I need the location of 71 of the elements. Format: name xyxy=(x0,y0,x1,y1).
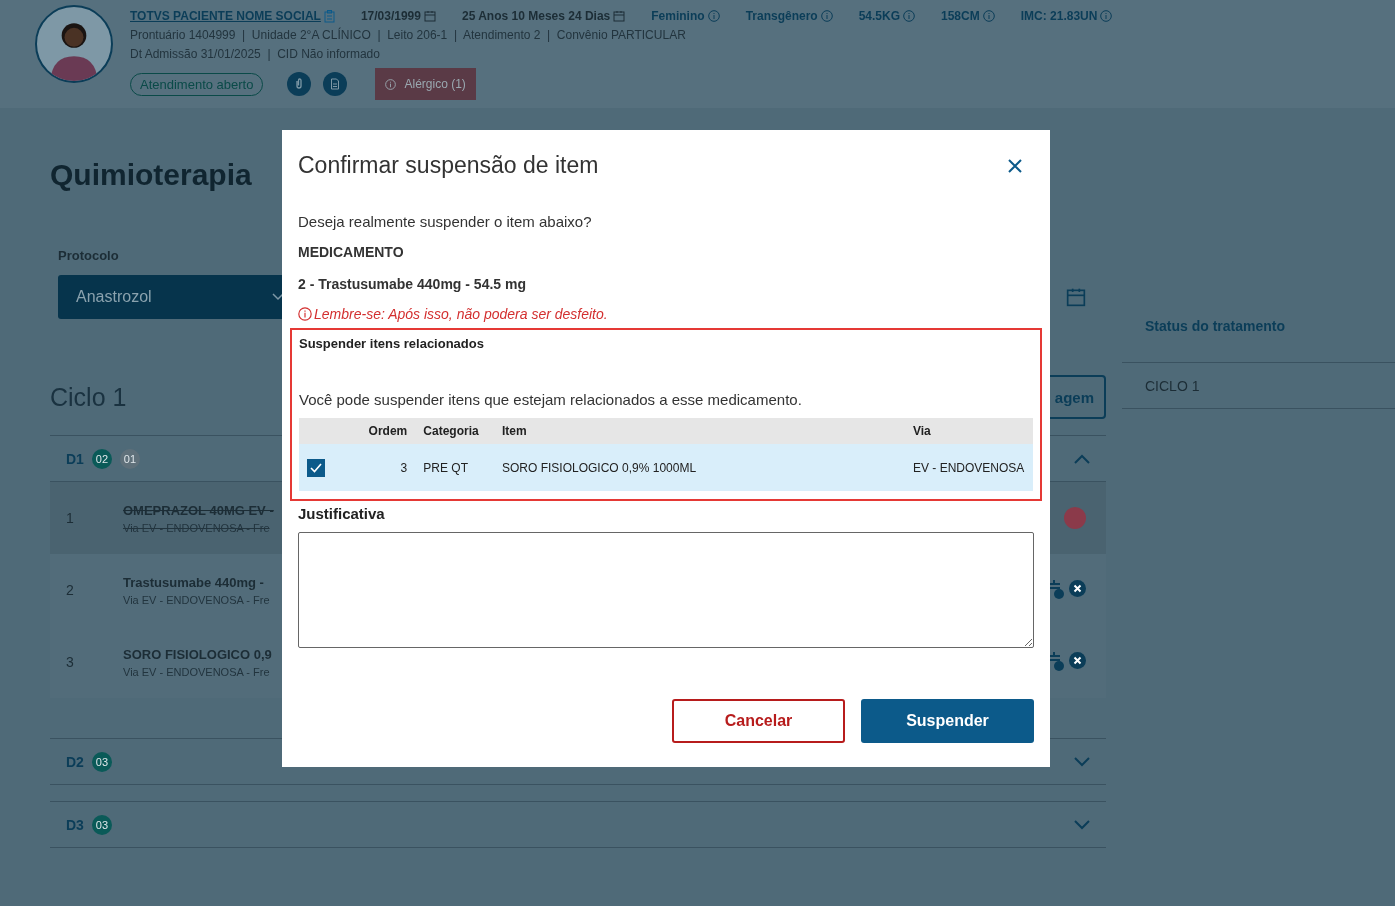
page-title: Quimioterapia xyxy=(50,158,252,193)
calendar-icon xyxy=(613,10,626,22)
day-label[interactable]: D2 xyxy=(66,753,84,770)
info-icon xyxy=(707,10,720,22)
clipboard-icon[interactable] xyxy=(323,9,335,23)
order-number: 3 xyxy=(66,654,75,670)
item-name: SORO FISIOLOGICO 0,9 xyxy=(123,646,272,662)
paperclip-icon[interactable] xyxy=(287,72,312,96)
dialog-question: Deseja realmente suspender o item abaixo? xyxy=(298,213,593,230)
justification-field[interactable] xyxy=(298,532,1034,648)
status-dot-icon xyxy=(1064,507,1086,529)
column-header: Item xyxy=(494,418,905,444)
order-number: 1 xyxy=(66,510,75,526)
alert-icon xyxy=(385,78,397,90)
document-icon[interactable] xyxy=(323,72,348,96)
close-icon[interactable] xyxy=(1008,158,1022,173)
dialog-title: Confirmar suspensão de item xyxy=(298,152,599,179)
day-label[interactable]: D1 xyxy=(66,450,84,467)
patient-fact: 54.5KG xyxy=(858,9,900,23)
count-badge: 03 xyxy=(91,751,112,772)
section-text: Você pode suspender itens que estejam relacionados a esse medicamento. xyxy=(299,391,803,408)
patient-name[interactable]: TOTVS PACIENTE NOME SOCIAL xyxy=(130,9,321,23)
item-detail: Via EV - ENDOVENOSA - Fre xyxy=(123,665,271,678)
info-icon xyxy=(820,10,833,22)
section-title: Suspender itens relacionados xyxy=(299,336,485,351)
schedule-settings-icon[interactable] xyxy=(1049,652,1065,672)
patient-fact: 158CM xyxy=(941,9,980,23)
column-header: Ordem xyxy=(355,418,416,444)
day-label[interactable]: D3 xyxy=(66,816,84,833)
calendar-icon xyxy=(1066,287,1086,307)
item-detail: Via EV - ENDOVENOSA - Fre xyxy=(123,593,270,606)
cycle-title: Ciclo 1 xyxy=(50,382,127,412)
close-circle-icon[interactable] xyxy=(1069,580,1086,597)
patient-details: Dt Admissão 31/01/2025 | CID Não informado xyxy=(130,47,381,61)
calendar-icon xyxy=(423,10,436,22)
alert-icon xyxy=(298,307,312,321)
close-circle-icon[interactable] xyxy=(1069,652,1086,669)
warning-text: Lembre-se: Após isso, não podera ser desfeito. xyxy=(314,306,608,322)
table-cell: SORO FISIOLOGICO 0,9% 1000ML xyxy=(494,444,905,491)
table-cell: 3 xyxy=(355,444,416,491)
allergy-button[interactable]: Alérgico (1) xyxy=(375,68,476,100)
item-category: MEDICAMENTO xyxy=(298,244,405,260)
patient-fact: 25 Anos 10 Meses 24 Dias xyxy=(461,9,611,23)
checkbox[interactable] xyxy=(307,458,325,477)
panel-item[interactable]: CICLO 1 xyxy=(1122,363,1395,409)
column-header: Via xyxy=(905,418,1033,444)
cancel-button[interactable]: Cancelar xyxy=(672,699,845,743)
patient-fact: 17/03/1999 xyxy=(360,9,421,23)
item-name: OMEPRAZOL 40MG EV - xyxy=(123,502,274,518)
count-badge: 03 xyxy=(91,814,112,835)
patient-fact: Feminino xyxy=(651,9,705,23)
patient-fact: IMC: 21.83UN xyxy=(1020,9,1098,23)
column-header: Categoria xyxy=(415,418,494,444)
order-number: 2 xyxy=(66,582,75,598)
count-badge: 01 xyxy=(119,448,140,469)
field-label: Justificativa xyxy=(298,505,386,522)
item-name: Trastusumabe 440mg - xyxy=(123,574,265,590)
suspend-button[interactable]: Suspender xyxy=(861,699,1034,743)
schedule-settings-icon[interactable] xyxy=(1049,580,1065,600)
info-icon xyxy=(982,10,995,22)
chevron-icon[interactable] xyxy=(272,293,284,301)
table-cell: EV - ENDOVENOSA xyxy=(905,444,1033,491)
patient-fact: Transgênero xyxy=(745,9,818,23)
info-icon xyxy=(1100,10,1113,22)
info-icon xyxy=(903,10,915,22)
item-description: 2 - Trastusumabe 440mg - 54.5 mg xyxy=(298,276,527,292)
patient-details: Prontuário 1404999 | Unidade 2°A CLÍNICO | Leito 206-1 | Atendimento 2 | Convênio PARTICULAR xyxy=(130,28,687,42)
count-badge: 02 xyxy=(91,448,112,469)
protocol-label: Protocolo xyxy=(58,248,119,263)
table-cell: PRE QT xyxy=(415,444,494,491)
panel-title: Status do tratamento xyxy=(1122,290,1395,363)
